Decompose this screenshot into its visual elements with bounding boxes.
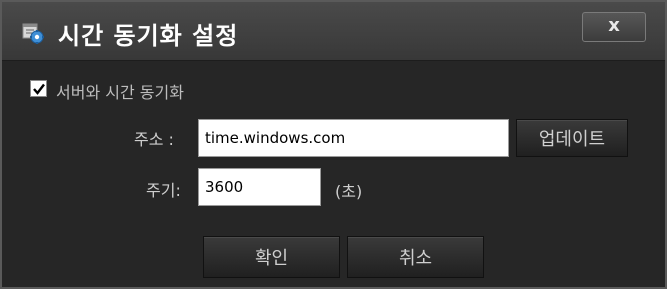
address-input[interactable] xyxy=(198,119,509,157)
cancel-button[interactable]: 취소 xyxy=(347,236,484,278)
address-label: 주소 : xyxy=(134,130,174,149)
sync-checkbox-label: 서버와 시간 동기화 xyxy=(56,83,184,102)
period-label: 주기: xyxy=(146,181,181,200)
update-button[interactable]: 업데이트 xyxy=(516,119,628,157)
ok-button[interactable]: 확인 xyxy=(203,236,340,278)
period-unit: (초) xyxy=(335,182,363,201)
title-bar[interactable]: 시간 동기화 설정 x xyxy=(2,2,665,61)
close-icon: x xyxy=(608,15,620,36)
sync-checkbox[interactable] xyxy=(30,80,47,97)
clock-gear-icon xyxy=(22,22,44,44)
dialog-title: 시간 동기화 설정 xyxy=(58,22,239,50)
checkmark-icon xyxy=(33,83,45,95)
close-button[interactable]: x xyxy=(582,12,646,42)
period-input[interactable] xyxy=(198,168,321,206)
time-sync-dialog: 시간 동기화 설정 x 서버와 시간 동기화 주소 : 업데이트 주기: (초)… xyxy=(0,0,667,289)
